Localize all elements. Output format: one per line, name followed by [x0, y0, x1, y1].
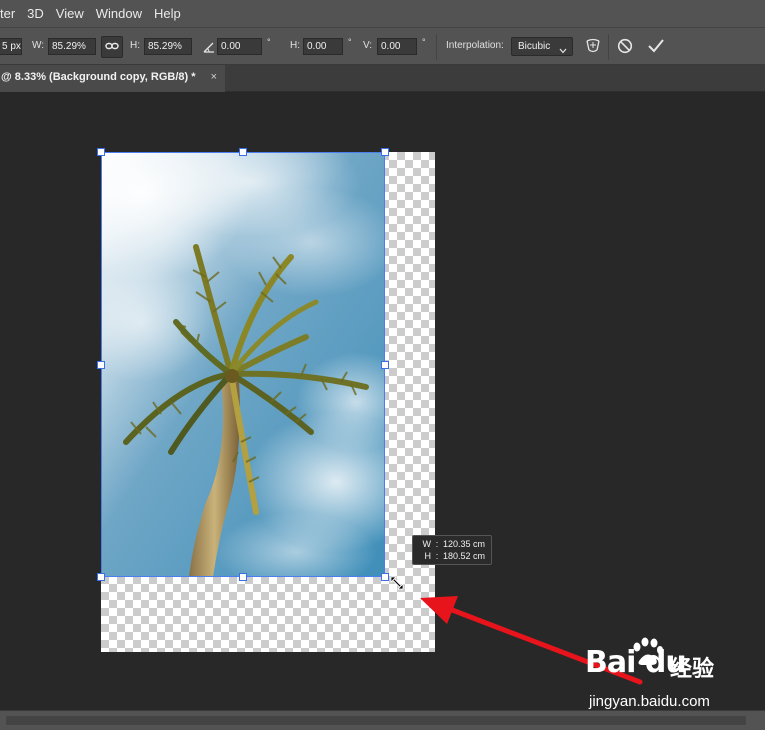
annotation-arrow: [420, 596, 643, 685]
paw-icon: [629, 637, 665, 672]
watermark-url: jingyan.baidu.com: [589, 693, 710, 710]
horizontal-scrollbar[interactable]: [0, 710, 765, 730]
scrollbar-track[interactable]: [6, 716, 746, 725]
baidu-watermark: Bai du 经验 jingyan.baidu.com: [585, 637, 730, 713]
watermark-chinese: 经验: [670, 656, 715, 681]
